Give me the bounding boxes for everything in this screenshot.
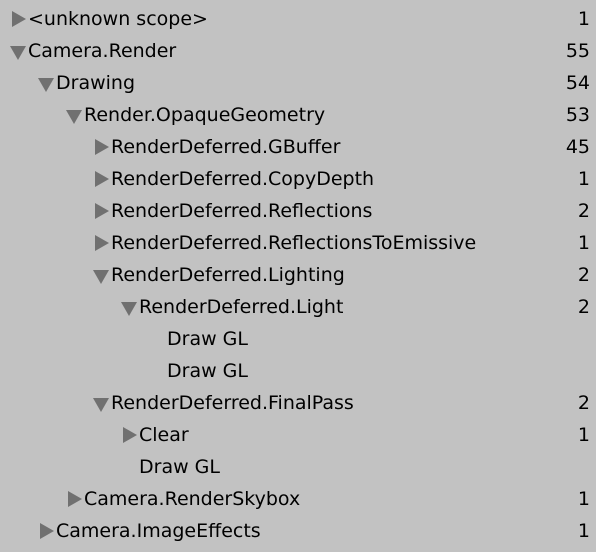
row-count: 53 — [565, 104, 590, 126]
tree-row-clear[interactable]: Clear 1 — [0, 419, 596, 451]
row-label: RenderDeferred.Light — [139, 296, 344, 318]
expand-arrow-icon[interactable] — [66, 483, 84, 515]
tree-row-draw-gl[interactable]: Draw GL — [0, 355, 596, 387]
row-label: Render.OpaqueGeometry — [84, 104, 326, 126]
expand-arrow-icon[interactable] — [10, 3, 28, 35]
row-label: RenderDeferred.Lighting — [111, 264, 345, 286]
row-count: 54 — [565, 72, 590, 94]
row-label: RenderDeferred.ReflectionsToEmissive — [111, 232, 477, 254]
row-label: Camera.Render — [28, 40, 177, 62]
row-label: RenderDeferred.GBuffer — [111, 136, 341, 158]
row-count: 1 — [577, 232, 590, 254]
row-label: Draw GL — [167, 360, 248, 382]
tree-row-camera-renderskybox[interactable]: Camera.RenderSkybox 1 — [0, 483, 596, 515]
expand-arrow-icon[interactable] — [93, 131, 111, 163]
row-count: 1 — [577, 8, 590, 30]
expand-arrow-icon[interactable] — [93, 163, 111, 195]
tree-row-render-opaque-geometry[interactable]: Render.OpaqueGeometry 53 — [0, 99, 596, 131]
row-count: 45 — [565, 136, 590, 158]
row-label: RenderDeferred.FinalPass — [111, 392, 354, 414]
row-label: Clear — [139, 424, 189, 446]
tree-row-renderdeferred-gbuffer[interactable]: RenderDeferred.GBuffer 45 — [0, 131, 596, 163]
collapse-arrow-icon[interactable] — [93, 259, 111, 291]
row-label: Camera.RenderSkybox — [84, 488, 301, 510]
row-label: RenderDeferred.Reflections — [111, 200, 373, 222]
row-count: 1 — [577, 168, 590, 190]
row-count: 2 — [577, 264, 590, 286]
tree-row-renderdeferred-reflectionstoemissive[interactable]: RenderDeferred.ReflectionsToEmissive 1 — [0, 227, 596, 259]
expand-arrow-icon[interactable] — [121, 419, 139, 451]
row-label: RenderDeferred.CopyDepth — [111, 168, 375, 190]
collapse-arrow-icon[interactable] — [10, 35, 28, 67]
row-label: Drawing — [56, 72, 136, 94]
tree-row-renderdeferred-reflections[interactable]: RenderDeferred.Reflections 2 — [0, 195, 596, 227]
collapse-arrow-icon[interactable] — [93, 387, 111, 419]
row-count: 1 — [577, 520, 590, 542]
row-label: Draw GL — [139, 456, 220, 478]
tree-row-draw-gl[interactable]: Draw GL — [0, 451, 596, 483]
expand-arrow-icon[interactable] — [93, 227, 111, 259]
tree-row-renderdeferred-lighting[interactable]: RenderDeferred.Lighting 2 — [0, 259, 596, 291]
collapse-arrow-icon[interactable] — [66, 99, 84, 131]
frame-debugger-tree: <unknown scope> 1 Camera.Render 55 Drawi… — [0, 0, 596, 552]
row-count: 1 — [577, 488, 590, 510]
row-count: 2 — [577, 296, 590, 318]
tree-row-renderdeferred-light[interactable]: RenderDeferred.Light 2 — [0, 291, 596, 323]
row-label: Camera.ImageEffects — [56, 520, 261, 542]
expand-arrow-icon[interactable] — [93, 195, 111, 227]
tree-row-camera-render[interactable]: Camera.Render 55 — [0, 35, 596, 67]
collapse-arrow-icon[interactable] — [121, 291, 139, 323]
tree-row-unknown-scope[interactable]: <unknown scope> 1 — [0, 3, 596, 35]
tree-row-draw-gl[interactable]: Draw GL — [0, 323, 596, 355]
tree-row-renderdeferred-copydepth[interactable]: RenderDeferred.CopyDepth 1 — [0, 163, 596, 195]
tree-row-drawing[interactable]: Drawing 54 — [0, 67, 596, 99]
collapse-arrow-icon[interactable] — [38, 67, 56, 99]
tree-row-camera-imageeffects[interactable]: Camera.ImageEffects 1 — [0, 515, 596, 547]
row-count: 2 — [577, 392, 590, 414]
expand-arrow-icon[interactable] — [38, 515, 56, 547]
row-label: Draw GL — [167, 328, 248, 350]
row-count: 2 — [577, 200, 590, 222]
row-count: 55 — [565, 40, 590, 62]
row-count: 1 — [577, 424, 590, 446]
tree-row-renderdeferred-finalpass[interactable]: RenderDeferred.FinalPass 2 — [0, 387, 596, 419]
row-label: <unknown scope> — [28, 8, 208, 30]
